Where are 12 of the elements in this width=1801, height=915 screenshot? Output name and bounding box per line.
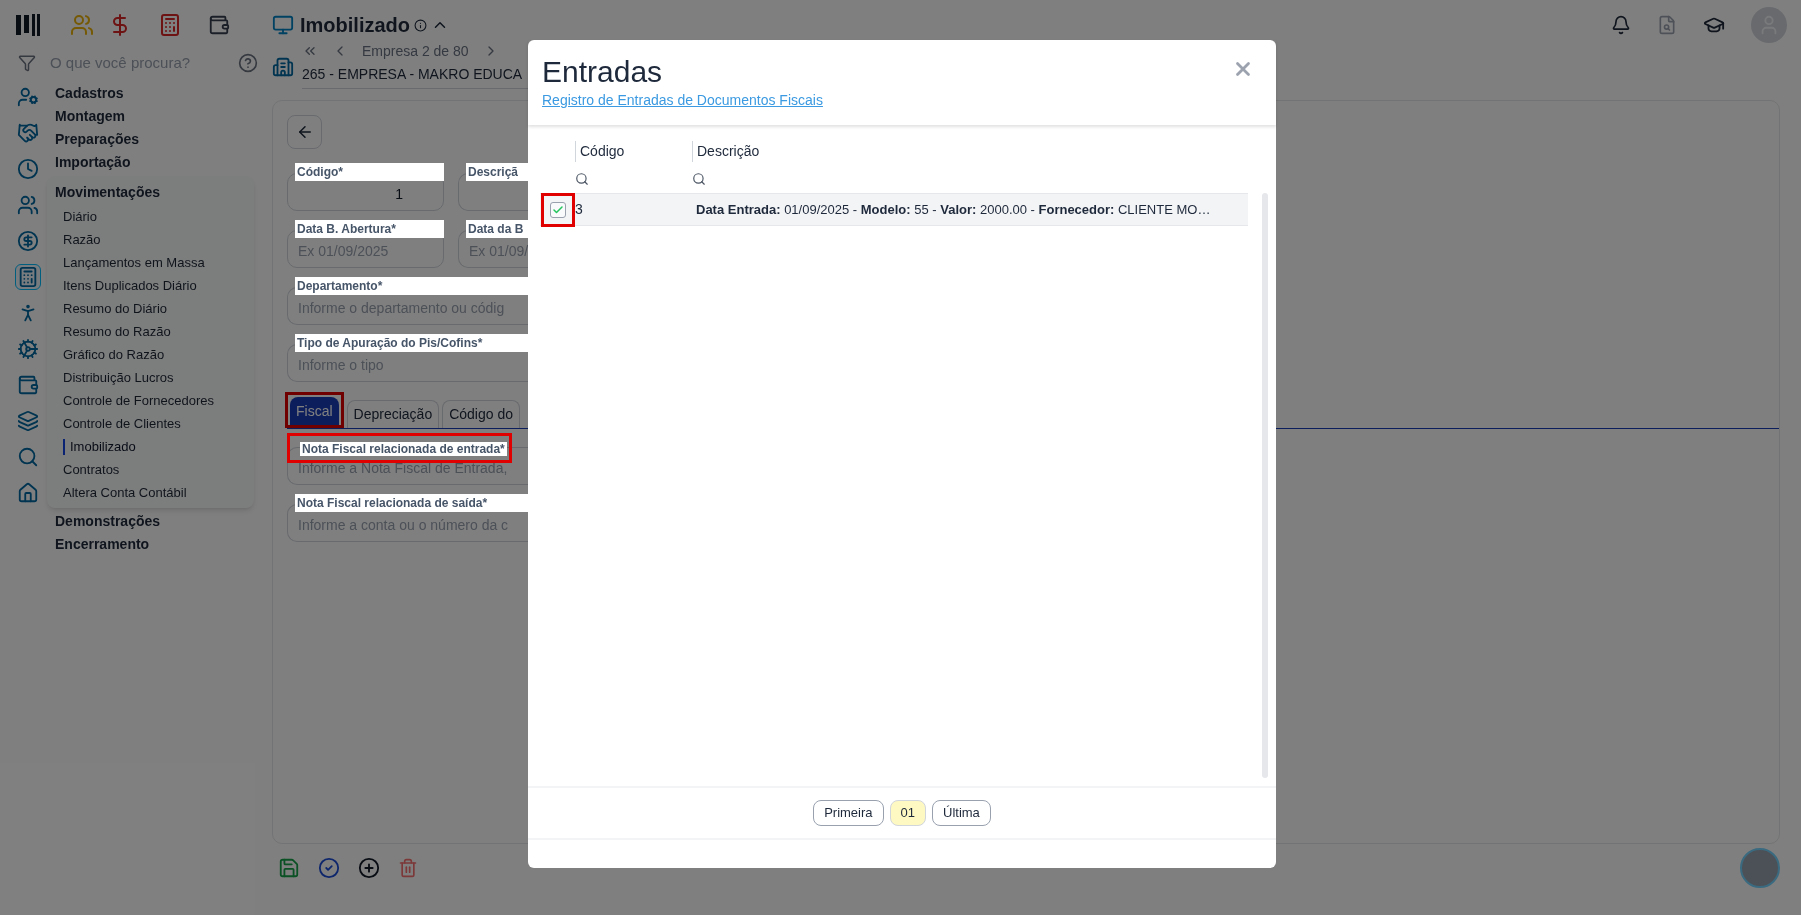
page-title: Imobilizado xyxy=(300,13,410,38)
field-label: Código* xyxy=(295,163,444,181)
company-position: Empresa 2 de 80 xyxy=(362,41,469,61)
field-label: Descriçã xyxy=(466,163,528,181)
table-cell-text: Data Entrada: 01/09/2025 - Modelo: 55 - Valor: 2000.00 - Fornecedor: CLIENTE MO… xyxy=(695,200,1212,219)
field-label: Nota Fiscal relacionada de entrada* xyxy=(300,442,507,456)
field-label: Tipo de Apuração do Pis/Cofins* xyxy=(295,334,528,352)
field-label: Data da B xyxy=(466,220,528,238)
field-label: Departamento* xyxy=(295,277,528,295)
field-label: Data B. Abertura* xyxy=(295,220,444,238)
field-label: Nota Fiscal relacionada de saída* xyxy=(295,494,528,512)
table-cell-text: 3 xyxy=(575,200,584,219)
